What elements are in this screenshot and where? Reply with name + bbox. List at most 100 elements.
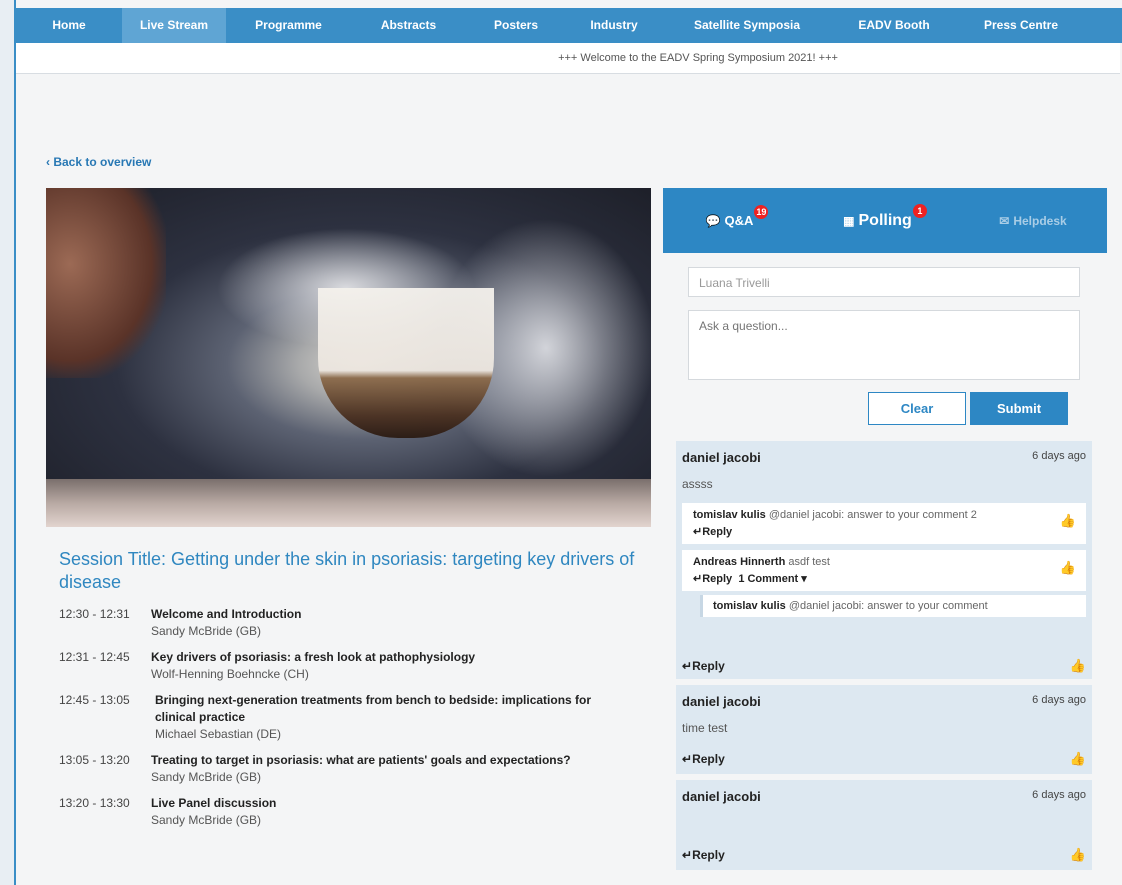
nav-abstracts[interactable]: Abstracts [351,8,466,43]
nav-live-stream[interactable]: Live Stream [122,8,226,43]
envelope-icon: ✉ [999,213,1010,228]
agenda-item: 12:31 - 12:45 Key drivers of psoriasis: … [59,649,619,682]
reply-text: @daniel jacobi: answer to your comment 2 [768,509,977,521]
nav-industry[interactable]: Industry [566,8,662,43]
comment-time: 6 days ago [1032,789,1086,801]
nav-programme[interactable]: Programme [226,8,351,43]
qa-count-badge: 19 [754,205,769,219]
reply-label: Reply [692,659,725,673]
reply-button[interactable]: ↵Reply [682,848,725,862]
comment-text: assss [682,477,713,491]
nested-reply: tomislav kulis @daniel jacobi: answer to… [700,595,1086,617]
clear-button[interactable]: Clear [868,392,966,425]
comment-card: daniel jacobi 6 days ago assss tomislav … [676,441,1092,679]
agenda-speaker: Sandy McBride (GB) [151,770,262,784]
comment-count-toggle[interactable]: 1 Comment ▾ [738,573,807,585]
agenda-speaker: Sandy McBride (GB) [151,624,262,638]
reply-button[interactable]: ↵Reply [693,573,732,585]
caret-down-icon: ▾ [801,573,807,585]
agenda-time: 13:05 - 13:20 [59,753,130,767]
reply-icon: ↵ [682,848,693,862]
tab-qa[interactable]: 💬 Q&A19 [663,205,811,228]
comment-author: daniel jacobi [682,450,761,465]
reply-item: Andreas Hinnerth asdf test ↵Reply 1 Comm… [682,550,1086,591]
submit-button[interactable]: Submit [970,392,1068,425]
agenda-time: 12:45 - 13:05 [59,693,130,707]
reply-label: Reply [692,752,725,766]
agenda-item: 12:45 - 13:05 Bringing next-generation t… [59,692,619,742]
comment-time: 6 days ago [1032,450,1086,462]
tab-polling-label: Polling [858,211,912,229]
agenda-talk: Treating to target in psoriasis: what ar… [151,753,571,767]
agenda-talk: Key drivers of psoriasis: a fresh look a… [151,650,476,664]
comment-text [682,816,1086,836]
comment-card: daniel jacobi 6 days ago ↵Reply 👍 [676,780,1092,870]
comment-card: daniel jacobi 6 days ago time test ↵Repl… [676,685,1092,774]
agenda-speaker: Sandy McBride (GB) [151,813,262,827]
thumbs-up-icon[interactable]: 👍 [1060,513,1076,529]
agenda-time: 12:31 - 12:45 [59,650,130,664]
comment-time: 6 days ago [1032,694,1086,706]
tab-qa-label: Q&A [724,213,754,228]
agenda-speaker: Wolf-Henning Boehncke (CH) [151,667,309,681]
back-to-overview-link[interactable]: ‹ Back to overview [46,155,151,169]
agenda-time: 12:30 - 12:31 [59,607,130,621]
nav-eadv-booth[interactable]: EADV Booth [832,8,956,43]
name-input[interactable]: Luana Trivelli [688,267,1080,297]
thumbs-up-icon[interactable]: 👍 [1060,560,1076,576]
reply-icon: ↵ [682,752,693,766]
video-frame-bar-counter [46,479,651,527]
thumbs-up-icon[interactable]: 👍 [1070,751,1086,767]
video-player[interactable] [46,188,651,527]
agenda-time: 13:20 - 13:30 [59,796,130,810]
video-frame-hand [46,188,166,378]
reply-label: Reply [702,526,733,538]
reply-author: tomislav kulis [693,509,766,521]
agenda-item: 13:05 - 13:20 Treating to target in psor… [59,752,619,785]
poll-icon: ▦ [843,213,855,228]
welcome-ticker: +++ Welcome to the EADV Spring Symposium… [16,43,1120,74]
agenda-talk: Live Panel discussion [151,796,277,810]
comment-count-label: 1 Comment [738,573,799,585]
reply-button[interactable]: ↵Reply [693,525,1076,538]
comment-list: daniel jacobi 6 days ago assss tomislav … [676,441,1092,876]
agenda-item: 12:30 - 12:31 Welcome and Introduction Sa… [59,606,619,639]
nav-press-centre[interactable]: Press Centre [956,8,1086,43]
video-frame-glass [318,288,494,438]
reply-text: asdf test [788,556,830,568]
main-nav: Home Live Stream Programme Abstracts Pos… [16,8,1122,43]
agenda-speaker: Michael Sebastian (DE) [155,727,282,741]
comment-author: daniel jacobi [682,789,761,804]
agenda-talk: Welcome and Introduction [151,607,302,621]
session-title: Session Title: Getting under the skin in… [59,549,635,592]
chat-bubbles-icon: 💬 [705,214,721,228]
comment-author: daniel jacobi [682,694,761,709]
reply-label: Reply [692,848,725,862]
question-textarea[interactable] [688,310,1080,380]
reply-author: Andreas Hinnerth [693,556,786,568]
reply-icon: ↵ [693,573,703,585]
nav-home[interactable]: Home [16,8,122,43]
thumbs-up-icon[interactable]: 👍 [1070,847,1086,863]
agenda-item: 13:20 - 13:30 Live Panel discussion Sandy… [59,795,619,828]
back-label: Back to overview [53,155,152,169]
nav-satellite-symposia[interactable]: Satellite Symposia [662,8,832,43]
comment-text: time test [682,721,728,735]
nav-posters[interactable]: Posters [466,8,566,43]
reply-icon: ↵ [693,526,703,538]
reply-button[interactable]: ↵Reply [682,659,725,673]
agenda-talk: Bringing next-generation treatments from… [155,693,592,724]
thumbs-up-icon[interactable]: 👍 [1070,658,1086,674]
panel-tabs: 💬 Q&A19 ▦ Polling1 ✉ Helpdesk [663,188,1107,253]
reply-button[interactable]: ↵Reply [682,752,725,766]
polling-count-badge: 1 [912,203,927,218]
tab-helpdesk-label: Helpdesk [1013,213,1067,228]
reply-icon: ↵ [682,659,693,673]
reply-text: @daniel jacobi: answer to your comment [788,600,988,612]
tab-polling[interactable]: ▦ Polling1 [811,203,959,230]
reply-label: Reply [702,573,733,585]
tab-helpdesk[interactable]: ✉ Helpdesk [959,214,1107,228]
reply-author: tomislav kulis [713,600,786,612]
reply-item: tomislav kulis @daniel jacobi: answer to… [682,503,1086,544]
agenda-list: 12:30 - 12:31 Welcome and Introduction Sa… [59,606,619,838]
